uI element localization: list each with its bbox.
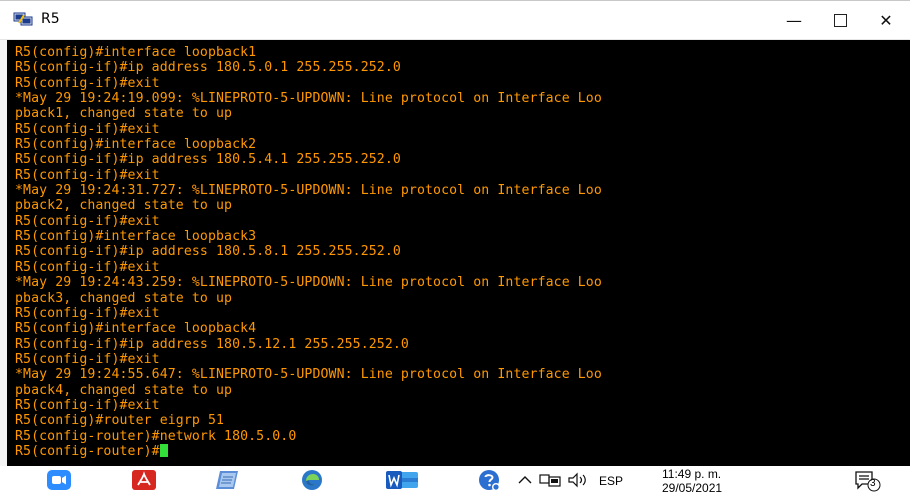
help-icon xyxy=(479,470,500,491)
terminal-line: R5(config)#router eigrp 51 xyxy=(15,413,225,429)
terminal-line: R5(config)#interface loopback4 xyxy=(15,321,257,337)
terminal-line: *May 29 19:24:43.259: %LINEPROTO-5-UPDOW… xyxy=(15,275,602,291)
terminal-line: R5(config-if)#ip address 180.5.12.1 255.… xyxy=(15,336,409,352)
tray-volume[interactable] xyxy=(565,468,591,492)
tray-overflow[interactable] xyxy=(515,468,535,492)
terminal-line: R5(config)#interface loopback2 xyxy=(15,137,257,153)
terminal-line: R5(config-if)#exit xyxy=(15,75,160,91)
terminal-line: R5(config-if)#exit xyxy=(15,213,160,229)
terminal-line: R5(config-if)#exit xyxy=(15,305,160,321)
terminal-window: R5 — ✕ R5(config)#interface loopback1 R5(… xyxy=(0,0,910,467)
speaker-icon xyxy=(568,472,586,488)
terminal-line: R5(config-if)#ip address 180.5.0.1 255.2… xyxy=(15,60,401,76)
terminal-cursor xyxy=(159,443,168,457)
taskbar-edge[interactable] xyxy=(298,468,326,492)
acrobat-icon xyxy=(132,470,156,490)
terminal-line: R5(config-if)#exit xyxy=(15,351,160,367)
terminal-line: R5(config)#interface loopback3 xyxy=(15,229,257,245)
tray-network[interactable] xyxy=(537,468,563,492)
terminal-line: pback3, changed state to up xyxy=(15,290,233,306)
terminal-line: R5(config-if)#exit xyxy=(15,259,160,275)
terminal-line: R5(config-if)#ip address 180.5.8.1 255.2… xyxy=(15,244,401,260)
terminal-prompt: R5(config-router)# xyxy=(15,443,160,459)
terminal-line: *May 29 19:24:19.099: %LINEPROTO-5-UPDOW… xyxy=(15,91,602,107)
close-icon: ✕ xyxy=(879,10,893,30)
clock[interactable]: 11:49 p. m. 29/05/2021 xyxy=(652,466,742,495)
terminal-line: R5(config-if)#ip address 180.5.4.1 255.2… xyxy=(15,152,401,168)
terminal-line: pback4, changed state to up xyxy=(15,382,233,398)
putty-icon xyxy=(13,12,33,26)
tray-help[interactable] xyxy=(475,468,503,492)
zoom-icon xyxy=(47,470,71,490)
network-icon xyxy=(539,474,561,487)
maximize-button[interactable] xyxy=(817,1,863,39)
taskbar-word[interactable] xyxy=(383,468,421,492)
terminal-line: R5(config)#interface loopback1 xyxy=(15,45,257,60)
notepad-icon xyxy=(216,471,238,489)
terminal-line: pback1, changed state to up xyxy=(15,106,233,122)
terminal-line: R5(config-if)#exit xyxy=(15,121,160,137)
clock-date: 29/05/2021 xyxy=(662,481,723,495)
minimize-icon: — xyxy=(786,10,802,30)
minimize-button[interactable]: — xyxy=(771,1,817,39)
terminal-line: *May 29 19:24:31.727: %LINEPROTO-5-UPDOW… xyxy=(15,183,602,199)
terminal-line: R5(config-if)#exit xyxy=(15,167,160,183)
title-bar[interactable]: R5 — ✕ xyxy=(0,1,910,40)
taskbar-zoom[interactable] xyxy=(45,468,73,492)
window-title: R5 xyxy=(41,11,60,27)
word-icon xyxy=(386,471,418,489)
terminal-output[interactable]: R5(config)#interface loopback1 R5(config-… xyxy=(7,40,910,467)
taskbar-notepad[interactable] xyxy=(213,468,241,492)
close-button[interactable]: ✕ xyxy=(863,1,909,39)
taskbar: ESP 11:49 p. m. 29/05/2021 3 xyxy=(0,466,910,495)
notification-icon xyxy=(855,471,881,492)
notification-center[interactable]: 3 xyxy=(852,468,882,492)
edge-icon xyxy=(302,470,322,490)
language-indicator[interactable]: ESP xyxy=(599,474,623,488)
clock-time: 11:49 p. m. xyxy=(662,467,722,481)
terminal-line: *May 29 19:24:55.647: %LINEPROTO-5-UPDOW… xyxy=(15,367,602,383)
terminal-lines: R5(config)#interface loopback1 R5(config-… xyxy=(15,45,602,459)
notification-count: 3 xyxy=(870,478,876,489)
chevron-up-icon xyxy=(518,476,532,484)
maximize-icon xyxy=(833,13,847,27)
terminal-line: pback2, changed state to up xyxy=(15,198,233,214)
taskbar-acrobat[interactable] xyxy=(130,468,158,492)
terminal-line: R5(config-router)#network 180.5.0.0 xyxy=(15,428,297,444)
terminal-prompt-line: R5(config-router)# xyxy=(15,443,602,459)
terminal-line: R5(config-if)#exit xyxy=(15,397,160,413)
